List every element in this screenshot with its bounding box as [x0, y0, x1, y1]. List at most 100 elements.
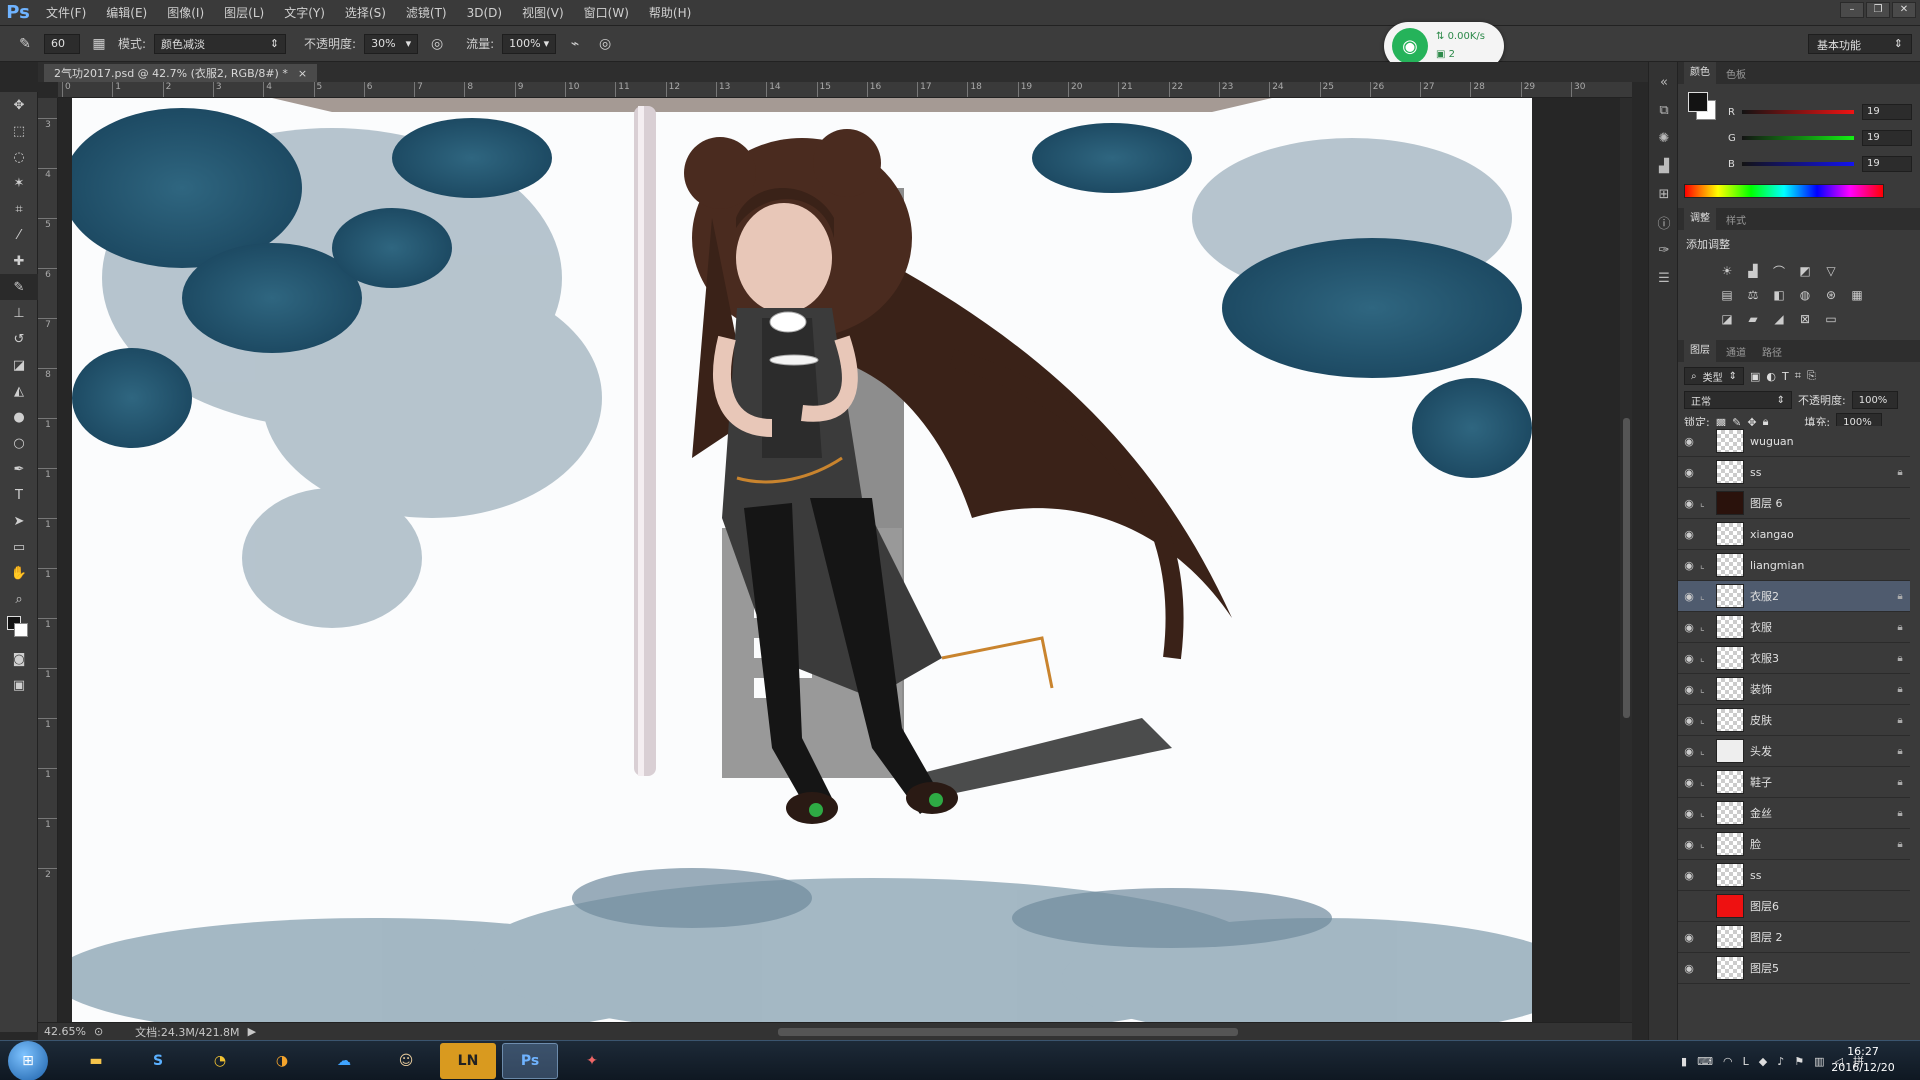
brush-tool-icon[interactable]: ✎	[0, 274, 38, 300]
wifi-tray-icon[interactable]: ◠	[1723, 1055, 1733, 1068]
layer-row[interactable]: ◉ xiangao	[1678, 519, 1910, 550]
pressure-opacity-icon[interactable]: ◎	[426, 33, 448, 55]
layer-name[interactable]: 皮肤	[1750, 712, 1890, 728]
scrollbar-thumb[interactable]	[1623, 418, 1630, 718]
pressure-size-icon[interactable]: ◎	[594, 33, 616, 55]
layer-thumbnail[interactable]	[1716, 491, 1744, 515]
properties-icon[interactable]: ⊞	[1649, 180, 1679, 208]
collapse-icon[interactable]: «	[1649, 68, 1679, 96]
layer-row[interactable]: ◉ ⌞ 图层 6	[1678, 488, 1910, 519]
channel-mixer-icon[interactable]: ⊛	[1822, 286, 1840, 304]
layer-row[interactable]: ◉ ⌞ 金丝 🔒︎	[1678, 798, 1910, 829]
vibrance-icon[interactable]: ▽	[1822, 262, 1840, 280]
screen-mode-icon[interactable]: ▣	[0, 672, 38, 698]
brush-tool-icon[interactable]: ✎	[14, 33, 36, 55]
file-explorer-icon[interactable]: ▬	[68, 1043, 124, 1079]
layer-name[interactable]: 金丝	[1750, 805, 1890, 821]
anime-app-icon[interactable]: ☺	[378, 1043, 434, 1079]
layer-row[interactable]: 图层6	[1678, 891, 1910, 922]
layer-name[interactable]: 鞋子	[1750, 774, 1890, 790]
threshold-icon[interactable]: ◢	[1770, 310, 1788, 328]
start-button[interactable]: ⊞	[8, 1040, 48, 1080]
layer-row[interactable]: ◉图层3	[1678, 984, 1910, 986]
ln-app-icon[interactable]: LN	[440, 1042, 496, 1079]
red-slider[interactable]	[1742, 110, 1854, 114]
marquee-tool-icon[interactable]: ⬚	[0, 118, 38, 144]
close-icon[interactable]: ✕	[1892, 2, 1916, 18]
menu-3d[interactable]: 3D(D)	[457, 0, 512, 26]
layer-thumbnail[interactable]	[1716, 801, 1744, 825]
layer-row[interactable]: ◉ 图层 2	[1678, 922, 1910, 953]
visibility-eye-icon[interactable]: ◉	[1678, 931, 1700, 944]
gradient-map-icon[interactable]: ▭	[1822, 310, 1840, 328]
layer-row[interactable]: ◉ ss 🔒︎	[1678, 457, 1910, 488]
layer-name[interactable]: 头发	[1750, 743, 1890, 759]
black-white-icon[interactable]: ◧	[1770, 286, 1788, 304]
dodge-tool-icon[interactable]: ○	[0, 430, 38, 456]
visibility-eye-icon[interactable]: ◉	[1678, 435, 1700, 448]
menu-window[interactable]: 窗口(W)	[574, 0, 639, 26]
layer-row[interactable]: ◉ ss	[1678, 860, 1910, 891]
magic-wand-tool-icon[interactable]: ✶	[0, 170, 38, 196]
tab-color[interactable]: 颜色	[1684, 62, 1716, 84]
menu-edit[interactable]: 编辑(E)	[96, 0, 157, 26]
posterize-icon[interactable]: ▰	[1744, 310, 1762, 328]
close-tab-icon[interactable]: ×	[298, 67, 307, 80]
visibility-eye-icon[interactable]: ◉	[1678, 838, 1700, 851]
layer-name[interactable]: ss	[1750, 869, 1890, 882]
menu-select[interactable]: 选择(S)	[335, 0, 396, 26]
status-arrow-icon[interactable]: ▶	[248, 1025, 256, 1038]
layer-opacity-field[interactable]: 100%	[1851, 391, 1898, 409]
eyedropper-tool-icon[interactable]: ⁄	[0, 222, 38, 248]
rectangle-tool-icon[interactable]: ▭	[0, 534, 38, 560]
color-lookup-icon[interactable]: ▦	[1848, 286, 1866, 304]
keyboard-icon[interactable]: ⌨	[1697, 1055, 1713, 1068]
layer-thumbnail[interactable]	[1716, 460, 1744, 484]
visibility-eye-icon[interactable]: ◉	[1678, 652, 1700, 665]
layer-name[interactable]: 脸	[1750, 836, 1890, 852]
layer-name[interactable]: wuguan	[1750, 435, 1890, 448]
layer-thumbnail[interactable]	[1716, 894, 1744, 918]
document-canvas[interactable]	[72, 98, 1532, 1022]
layer-row[interactable]: ◉ ⌞ liangmian	[1678, 550, 1910, 581]
crop-tool-icon[interactable]: ⌗	[0, 196, 38, 222]
visibility-eye-icon[interactable]: ◉	[1678, 869, 1700, 882]
layer-thumbnail[interactable]	[1716, 677, 1744, 701]
brush-panel-icon[interactable]: ▦	[88, 33, 110, 55]
invert-icon[interactable]: ◪	[1718, 310, 1736, 328]
blend-mode-select[interactable]: 正常 ⇕	[1684, 391, 1792, 409]
layer-row[interactable]: ◉ ⌞ 头发 🔒︎	[1678, 736, 1910, 767]
layer-row[interactable]: ◉ ⌞ 装饰 🔒︎	[1678, 674, 1910, 705]
opacity-field[interactable]: 30% ▾	[364, 33, 419, 54]
eraser-tool-icon[interactable]: ◪	[0, 352, 38, 378]
healing-brush-tool-icon[interactable]: ✚	[0, 248, 38, 274]
layer-name[interactable]: 图层6	[1750, 898, 1890, 914]
history-panel-icon[interactable]: ⧉	[1649, 96, 1679, 124]
layer-thumbnail[interactable]	[1716, 739, 1744, 763]
layer-row[interactable]: ◉ ⌞ 衣服 🔒︎	[1678, 612, 1910, 643]
green-value[interactable]: 19	[1862, 130, 1912, 146]
photoshop-taskbar-icon[interactable]: Ps	[502, 1042, 558, 1079]
restore-icon[interactable]: ❐	[1866, 2, 1890, 18]
tab-paths[interactable]: 路径	[1756, 344, 1788, 359]
ln-tray-icon[interactable]: L	[1743, 1055, 1749, 1068]
layer-row[interactable]: ◉ 图层5	[1678, 953, 1910, 984]
filter-adjust-icon[interactable]: ◐	[1766, 370, 1776, 383]
airbrush-icon[interactable]: ⌁	[564, 33, 586, 55]
zoom-tool-icon[interactable]: ⌕	[0, 586, 38, 612]
layer-thumbnail[interactable]	[1716, 522, 1744, 546]
tool-presets-icon[interactable]: ✑	[1649, 236, 1679, 264]
layer-row[interactable]: ◉ wuguan	[1678, 426, 1910, 457]
mode-select[interactable]: 颜色减淡 ⇕	[154, 33, 287, 54]
qq-browser-icon[interactable]: ◔	[192, 1043, 248, 1079]
layer-thumbnail[interactable]	[1716, 615, 1744, 639]
clone-stamp-tool-icon[interactable]: ⊥	[0, 300, 38, 326]
hue-saturation-icon[interactable]: ▤	[1718, 286, 1736, 304]
layer-thumbnail[interactable]	[1716, 956, 1744, 980]
menu-filter[interactable]: 滤镜(T)	[396, 0, 457, 26]
layer-row[interactable]: ◉ ⌞ 鞋子 🔒︎	[1678, 767, 1910, 798]
red-value[interactable]: 19	[1862, 104, 1912, 120]
visibility-eye-icon[interactable]: ◉	[1678, 807, 1700, 820]
color-spectrum-ramp[interactable]	[1684, 184, 1884, 198]
background-color-swatch[interactable]	[14, 623, 28, 637]
